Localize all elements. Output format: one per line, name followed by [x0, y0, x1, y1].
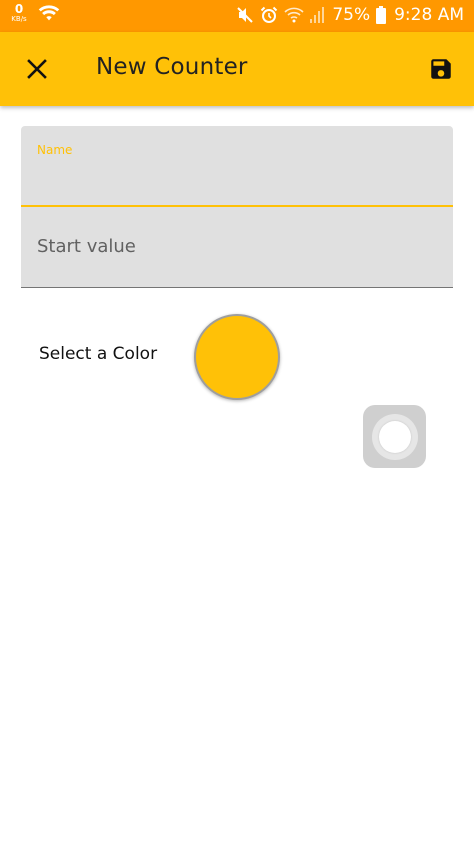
network-speed-value: 0 [14, 2, 24, 16]
assistive-touch-button[interactable] [363, 405, 426, 468]
mute-icon [237, 7, 254, 23]
app-bar: New Counter [0, 32, 474, 106]
battery-percent: 75% [332, 5, 371, 25]
status-right: 75% 9:28 AM [236, 5, 464, 25]
select-color-label: Select a Color [39, 344, 158, 364]
battery-icon [376, 6, 387, 24]
network-speed: 0 KB/s [8, 3, 30, 23]
close-icon [27, 59, 47, 79]
network-speed-unit: KB/s [11, 15, 27, 23]
assistive-touch-center [378, 420, 411, 453]
close-button[interactable] [20, 52, 54, 86]
wifi-call-icon [284, 7, 304, 23]
alarm-icon [261, 6, 278, 23]
save-icon [431, 59, 451, 79]
save-button[interactable] [426, 54, 456, 84]
name-field-label: Name [37, 143, 73, 157]
assistive-touch-ring [371, 413, 418, 460]
status-bar: 0 KB/s 75% 9:28 AM [0, 0, 474, 32]
color-picker-swatch[interactable] [194, 314, 280, 400]
start-value-field[interactable]: Start value [21, 207, 453, 288]
status-left: 0 KB/s [8, 3, 60, 23]
page-title: New Counter [96, 54, 248, 80]
signal-icon [310, 7, 325, 23]
start-value-placeholder: Start value [37, 236, 136, 257]
wifi-icon [38, 5, 60, 21]
clock: 9:28 AM [394, 5, 464, 25]
name-field[interactable]: Name [21, 126, 453, 207]
